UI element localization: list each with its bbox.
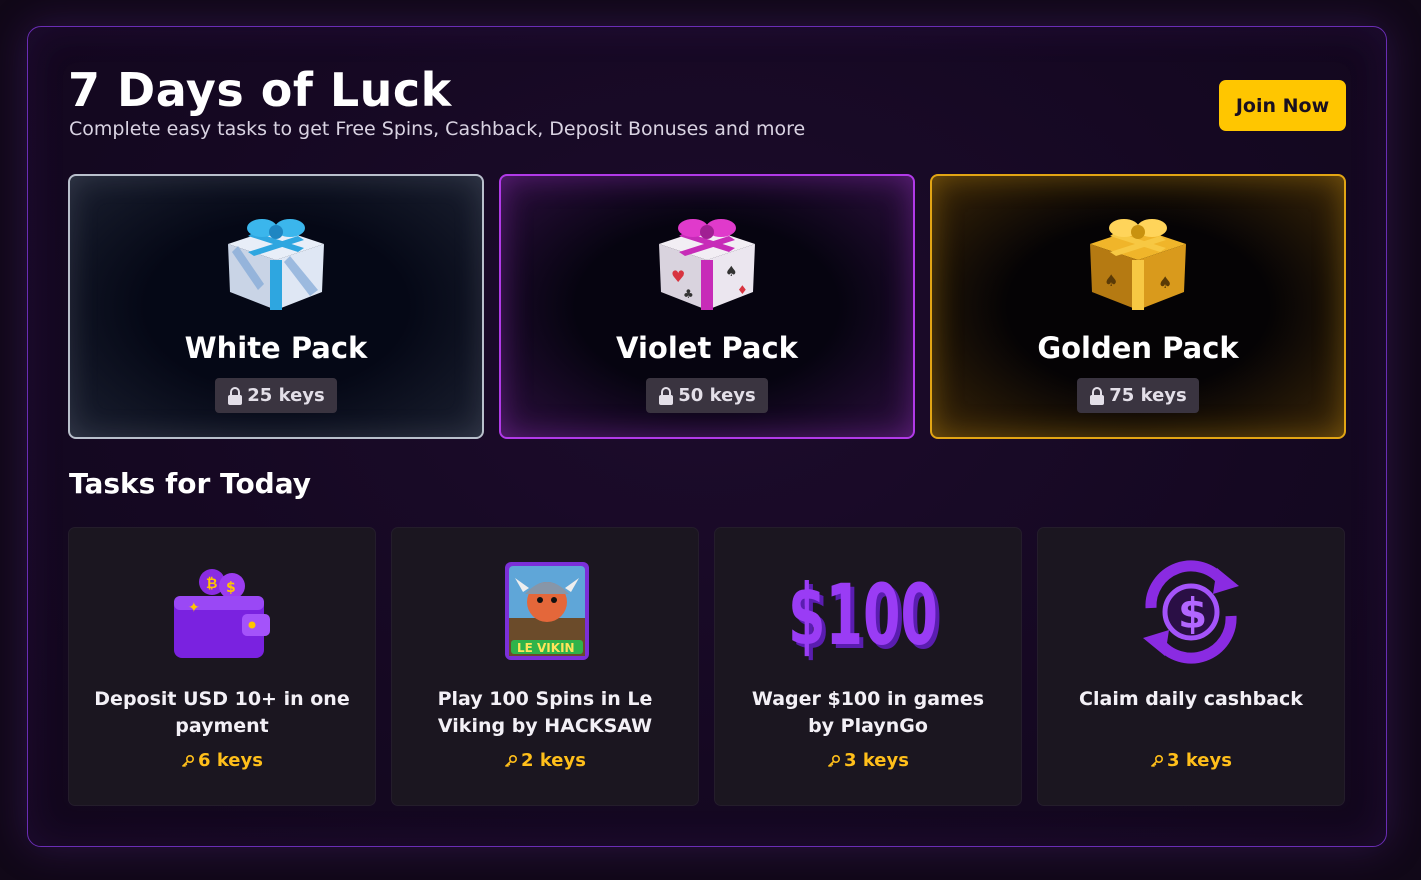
svg-text:LE VIKIN: LE VIKIN xyxy=(517,641,575,655)
lock-icon xyxy=(1090,386,1105,405)
violet-gift-icon: ♥ ♣ ♠ ♦ xyxy=(659,219,755,310)
key-icon xyxy=(827,754,841,767)
task-card-cashback[interactable]: $ Claim daily cashback 3 keys xyxy=(1037,527,1345,806)
task-card-deposit[interactable]: ₿ $ ✦ Deposit USD 10+ in one payment 6 k… xyxy=(68,527,376,806)
cashback-icon: $ xyxy=(1143,560,1239,664)
pack-card-golden[interactable]: ♠ ♠ Golden Pack 75 keys xyxy=(930,174,1346,439)
wallet-icon: ₿ $ ✦ xyxy=(174,569,270,658)
tasks-row: ₿ $ ✦ Deposit USD 10+ in one payment 6 k… xyxy=(68,527,1345,806)
pack-keys-badge: 75 keys xyxy=(1077,378,1199,413)
task-keys-reward: 6 keys xyxy=(181,750,263,771)
lock-icon xyxy=(659,386,674,405)
pack-keys-badge: 25 keys xyxy=(215,378,337,413)
svg-text:♦: ♦ xyxy=(737,283,748,297)
svg-text:$100: $100 xyxy=(788,566,938,664)
svg-text:♠: ♠ xyxy=(1158,273,1172,292)
task-description: Play 100 Spins in Le Viking by HACKSAW xyxy=(437,688,653,737)
svg-text:$: $ xyxy=(1178,589,1207,638)
page-title: 7 Days of Luck xyxy=(68,63,452,117)
task-description: Deposit USD 10+ in one payment xyxy=(94,688,350,737)
golden-gift-icon: ♠ ♠ xyxy=(1090,219,1186,310)
page-subtitle: Complete easy tasks to get Free Spins, C… xyxy=(69,118,806,140)
svg-text:✦: ✦ xyxy=(188,600,200,616)
task-card-wager[interactable]: $100 $100 Wager $100 in games by PlaynGo… xyxy=(714,527,1022,806)
le-viking-game-icon: LE VIKIN xyxy=(505,562,589,660)
lock-icon xyxy=(228,386,243,405)
pack-name: Golden Pack xyxy=(1037,331,1239,365)
pack-keys-badge: 50 keys xyxy=(646,378,768,413)
svg-text:♣: ♣ xyxy=(683,287,694,301)
key-icon xyxy=(504,754,518,767)
svg-text:♠: ♠ xyxy=(1104,271,1118,290)
task-keys-reward: 2 keys xyxy=(504,750,586,771)
key-icon xyxy=(181,754,195,767)
task-keys-reward: 3 keys xyxy=(1150,750,1232,771)
packs-row: White Pack 25 keys ♥ ♣ ♠ ♦ Violet Pack 5… xyxy=(68,174,1346,439)
pack-card-violet[interactable]: ♥ ♣ ♠ ♦ Violet Pack 50 keys xyxy=(499,174,915,439)
task-keys-reward: 3 keys xyxy=(827,750,909,771)
svg-text:♥: ♥ xyxy=(671,267,685,286)
task-description: Wager $100 in games by PlaynGo xyxy=(751,688,985,737)
white-gift-icon xyxy=(228,219,324,310)
task-keys-label: 3 keys xyxy=(844,750,909,771)
tasks-section-title: Tasks for Today xyxy=(69,467,312,500)
seven-days-of-luck-panel: 7 Days of Luck Complete easy tasks to ge… xyxy=(27,26,1387,847)
pack-keys-label: 25 keys xyxy=(247,385,325,406)
svg-text:$: $ xyxy=(226,580,236,596)
task-description: Claim daily cashback xyxy=(1079,688,1303,710)
pack-keys-label: 50 keys xyxy=(678,385,756,406)
pack-name: White Pack xyxy=(184,331,368,365)
svg-text:₿: ₿ xyxy=(206,576,217,592)
key-icon xyxy=(1150,754,1164,767)
task-keys-label: 2 keys xyxy=(521,750,586,771)
svg-text:♠: ♠ xyxy=(725,264,738,280)
pack-name: Violet Pack xyxy=(616,331,798,365)
task-keys-label: 6 keys xyxy=(198,750,263,771)
task-keys-label: 3 keys xyxy=(1167,750,1232,771)
dollar-100-icon: $100 $100 xyxy=(788,566,942,666)
pack-keys-label: 75 keys xyxy=(1109,385,1187,406)
task-card-le-viking[interactable]: LE VIKIN Play 100 Spins in Le Viking by … xyxy=(391,527,699,806)
join-now-button[interactable]: Join Now xyxy=(1219,80,1346,131)
pack-card-white[interactable]: White Pack 25 keys xyxy=(68,174,484,439)
